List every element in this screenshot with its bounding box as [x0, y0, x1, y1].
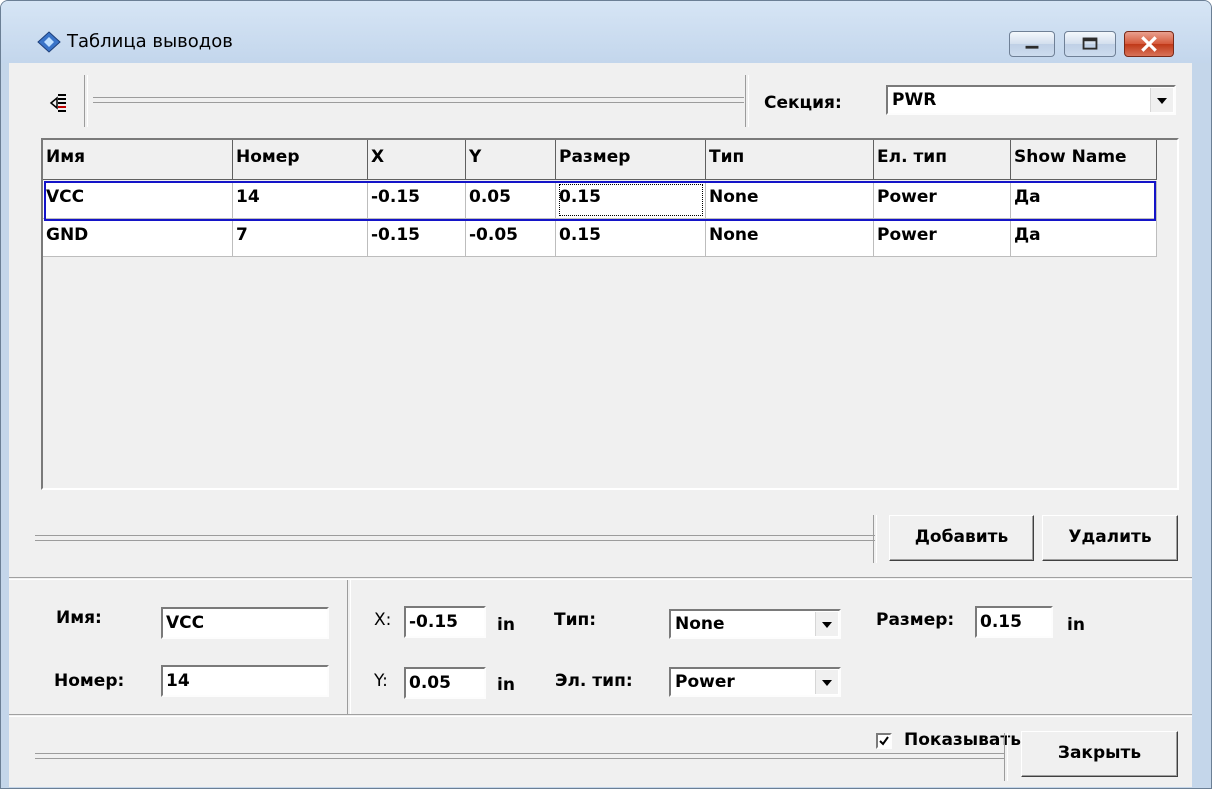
cell-name[interactable]: GND — [43, 219, 233, 257]
section-dropdown-button[interactable] — [1150, 88, 1173, 112]
column-header-size[interactable]: Размер — [556, 140, 706, 180]
section-label: Секция: — [764, 93, 842, 113]
column-header-name[interactable]: Имя — [43, 140, 233, 180]
chevron-down-icon — [1157, 98, 1167, 104]
cell-el-type[interactable]: Power — [874, 181, 1011, 219]
cell-size-focused[interactable]: 0.15 — [556, 181, 706, 219]
type-select[interactable]: None — [669, 609, 841, 639]
cell-show-name[interactable]: Да — [1011, 181, 1157, 219]
pins-table[interactable]: Имя Номер X Y Размер Тип Ел. тип Show Na… — [41, 138, 1179, 490]
column-header-el-type[interactable]: Ел. тип — [874, 140, 1011, 180]
window: Таблица выводов Секция: PWR Имя Номер X … — [0, 0, 1212, 789]
maximize-button[interactable] — [1064, 31, 1116, 57]
type-label: Тип: — [554, 610, 597, 630]
pin-list-icon[interactable] — [47, 91, 67, 115]
el-type-dropdown-button[interactable] — [815, 670, 838, 694]
section-select[interactable]: PWR — [886, 85, 1176, 115]
toolbar-separator — [93, 97, 744, 103]
cell-number[interactable]: 14 — [233, 181, 368, 219]
chevron-down-icon — [822, 622, 832, 628]
x-label: X: — [374, 610, 392, 630]
delete-button[interactable]: Удалить — [1042, 515, 1178, 561]
cell-name[interactable]: VCC — [43, 181, 233, 219]
number-label: Номер: — [54, 671, 125, 691]
x-input[interactable]: -0.15 — [404, 606, 486, 638]
el-type-label: Эл. тип: — [555, 671, 633, 691]
size-label: Размер: — [876, 610, 955, 630]
footer-divider — [1004, 733, 1008, 781]
title-bar[interactable]: Таблица выводов — [1, 1, 1211, 63]
close-button[interactable]: Закрыть — [1021, 731, 1178, 777]
cell-type[interactable]: None — [706, 181, 874, 219]
toolbar-grip — [84, 75, 88, 127]
cell-x[interactable]: -0.15 — [368, 219, 466, 257]
column-header-show-name[interactable]: Show Name — [1011, 140, 1157, 180]
close-window-button[interactable] — [1124, 31, 1174, 57]
maximize-icon — [1082, 37, 1098, 50]
name-label: Имя: — [56, 608, 102, 628]
cell-y[interactable]: -0.05 — [466, 219, 556, 257]
size-input[interactable]: 0.15 — [975, 606, 1053, 638]
minimize-button[interactable] — [1009, 31, 1055, 57]
column-header-x[interactable]: X — [368, 140, 466, 180]
show-name-checkbox[interactable] — [876, 733, 892, 749]
x-unit-label: in — [497, 615, 515, 635]
action-bar-divider — [873, 515, 877, 563]
type-dropdown-button[interactable] — [815, 612, 838, 636]
toolbar-divider — [745, 75, 749, 127]
footer-separator — [35, 753, 1005, 759]
cell-y[interactable]: 0.05 — [466, 181, 556, 219]
number-input[interactable]: 14 — [161, 665, 329, 697]
checkmark-icon — [879, 736, 889, 746]
name-input[interactable]: VCC — [161, 607, 329, 639]
y-unit-label: in — [497, 675, 515, 695]
chevron-down-icon — [822, 680, 832, 686]
add-button[interactable]: Добавить — [889, 515, 1034, 561]
el-type-select[interactable]: Power — [669, 667, 841, 697]
y-input[interactable]: 0.05 — [404, 667, 486, 699]
cell-size[interactable]: 0.15 — [556, 219, 706, 257]
close-icon — [1141, 36, 1157, 52]
footer-top-separator — [9, 714, 1192, 717]
cell-el-type[interactable]: Power — [874, 219, 1011, 257]
cell-show-name[interactable]: Да — [1011, 219, 1157, 257]
properties-divider — [347, 580, 351, 714]
cell-type[interactable]: None — [706, 219, 874, 257]
column-header-y[interactable]: Y — [466, 140, 556, 180]
cell-x[interactable]: -0.15 — [368, 181, 466, 219]
y-label: Y: — [374, 671, 388, 691]
cell-number[interactable]: 7 — [233, 219, 368, 257]
section-value: PWR — [892, 90, 937, 110]
dialog-client-area: Секция: PWR Имя Номер X Y Размер Тип Ел.… — [9, 63, 1192, 787]
action-bar-separator — [35, 535, 875, 541]
minimize-icon — [1025, 45, 1039, 49]
window-title: Таблица выводов — [67, 31, 233, 52]
size-unit-label: in — [1067, 615, 1085, 635]
column-header-type[interactable]: Тип — [706, 140, 874, 180]
properties-top-separator — [9, 577, 1192, 580]
column-header-number[interactable]: Номер — [233, 140, 368, 180]
app-diamond-icon — [37, 31, 61, 53]
